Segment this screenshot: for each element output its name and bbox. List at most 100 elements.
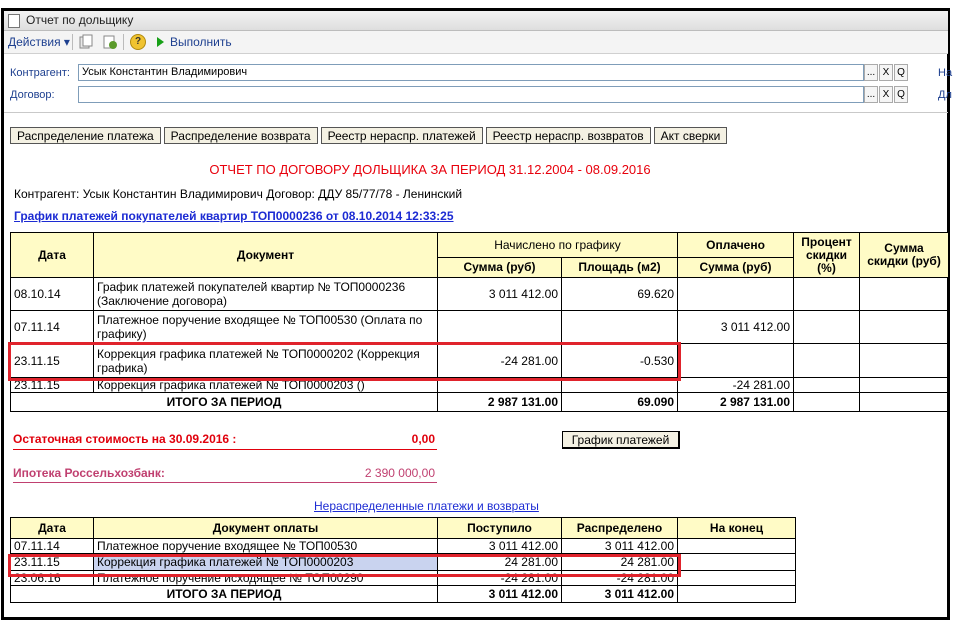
header-date: Дата <box>10 517 94 539</box>
highlight-box <box>8 554 681 577</box>
cell-area: 69.620 <box>560 277 679 311</box>
total-sum: 2 987 131.00 <box>437 392 562 412</box>
header-payment-document: Документ оплаты <box>93 517 438 539</box>
cell-discount-sum <box>859 310 950 344</box>
select-button[interactable]: ... <box>864 64 878 81</box>
contractor-row: Контрагент: Усык Константин Владимирович… <box>4 63 952 83</box>
header-paid-sum: Сумма (руб) <box>677 257 795 278</box>
cell-paid <box>677 343 795 378</box>
title-bar: Отчет по дольщику <box>4 11 948 31</box>
residual-underline <box>13 449 437 450</box>
right-label-2: Дл <box>938 89 952 101</box>
cell-discount-pct <box>793 377 861 393</box>
report-window: Отчет по дольщику Действия ▾ ? Выполнить… <box>0 0 959 624</box>
total-allocated: 3 011 412.00 <box>561 585 678 603</box>
contract-row: Договор: ... X Q Дл <box>4 85 952 105</box>
window-title: Отчет по дольщику <box>26 13 134 27</box>
actions-menu[interactable]: Действия ▾ <box>8 35 70 49</box>
tab-unallocated-payments[interactable]: Реестр нераспр. платежей <box>320 127 483 144</box>
tab-payment-distribution[interactable]: Распределение платежа <box>10 127 161 144</box>
settings-icon[interactable] <box>102 34 118 50</box>
toolbar: Действия ▾ ? Выполнить <box>4 31 948 54</box>
header-area: Площадь (м2) <box>560 257 679 278</box>
select-button[interactable]: ... <box>864 86 878 103</box>
search-icon[interactable]: Q <box>894 86 908 103</box>
cell-allocated: 3 011 412.00 <box>561 538 678 554</box>
total-area: 69.090 <box>560 392 679 412</box>
document-icon <box>8 14 20 28</box>
cell-paid: 3 011 412.00 <box>677 310 795 344</box>
run-icon[interactable] <box>157 37 164 47</box>
search-icon[interactable]: Q <box>894 64 908 81</box>
report-tabs: Распределение платежа Распределение возв… <box>10 127 730 144</box>
cell-sum <box>437 310 562 344</box>
header-sum: Сумма (руб) <box>437 257 562 278</box>
clear-icon[interactable]: X <box>879 64 893 81</box>
cell-date: 07.11.14 <box>10 538 94 554</box>
mortgage-underline <box>13 482 437 483</box>
table-row[interactable]: 08.10.14 График платежей покупателей ква… <box>10 277 950 311</box>
clear-icon[interactable]: X <box>879 86 893 103</box>
cell-paid: -24 281.00 <box>677 377 795 393</box>
tab-unallocated-returns[interactable]: Реестр нераспр. возвратов <box>485 127 651 144</box>
tab-return-distribution[interactable]: Распределение возврата <box>163 127 318 144</box>
cell-document: Платежное поручение входящее № ТОП00530 <box>93 538 438 554</box>
cell-end <box>677 538 796 554</box>
help-icon[interactable]: ? <box>130 34 146 50</box>
total-empty <box>677 585 796 603</box>
cell-sum: 3 011 412.00 <box>437 277 562 311</box>
header-date: Дата <box>10 232 94 278</box>
cell-received: 3 011 412.00 <box>437 538 562 554</box>
total-received: 3 011 412.00 <box>437 585 562 603</box>
cell-document: График платежей покупателей квартир № ТО… <box>93 277 438 311</box>
schedule-link[interactable]: График платежей покупателей квартир ТОП0… <box>14 209 454 223</box>
header-allocated: Распределено <box>561 517 678 539</box>
contract-label: Договор: <box>10 89 55 101</box>
residual-value: 0,00 <box>411 432 435 446</box>
header-received: Поступило <box>437 517 562 539</box>
contract-field[interactable] <box>78 86 864 103</box>
table-row[interactable]: 07.11.14 Платежное поручение входящее № … <box>10 310 950 344</box>
highlight-box <box>8 342 681 381</box>
contract-table: Дата Документ Начислено по графику Оплач… <box>10 232 950 412</box>
payment-schedule-button[interactable]: График платежей <box>562 431 680 449</box>
header-end: На конец <box>677 517 796 539</box>
right-label-1: На <box>938 67 953 79</box>
cell-area <box>560 310 679 344</box>
contractor-label: Контрагент: <box>10 67 70 79</box>
header-discount-sum: Сумма скидки (руб) <box>859 232 950 278</box>
header-accrued: Начислено по графику <box>436 232 679 258</box>
cell-discount-sum <box>859 277 950 311</box>
contractor-field[interactable]: Усык Константин Владимирович <box>78 64 864 81</box>
header-document: Документ <box>93 232 438 278</box>
tab-reconciliation[interactable]: Акт сверки <box>653 127 728 144</box>
total-label: ИТОГО ЗА ПЕРИОД <box>10 585 438 603</box>
mortgage-label: Ипотека Россельхозбанк: <box>13 466 165 480</box>
toolbar-separator <box>72 34 73 50</box>
total-row: ИТОГО ЗА ПЕРИОД 2 987 131.00 69.090 2 98… <box>10 392 950 412</box>
report-subtitle: Контрагент: Усык Константин Владимирович… <box>14 187 463 201</box>
cell-document: Платежное поручение входящее № ТОП00530 … <box>93 310 438 344</box>
report-title: ОТЧЕТ ПО ДОГОВОРУ ДОЛЬЩИКА ЗА ПЕРИОД 31.… <box>209 162 651 177</box>
header-discount-pct: Процент скидки (%) <box>793 232 861 278</box>
unallocated-link[interactable]: Нераспределенные платежи и возвраты <box>314 499 539 513</box>
header-paid: Оплачено <box>677 232 795 258</box>
cell-end <box>677 570 796 586</box>
run-button[interactable]: Выполнить <box>170 35 232 49</box>
cell-discount-pct <box>793 277 861 311</box>
cell-paid <box>677 277 795 311</box>
copy-icon[interactable] <box>78 34 94 50</box>
cell-date: 08.10.14 <box>10 277 94 311</box>
total-row: ИТОГО ЗА ПЕРИОД 3 011 412.00 3 011 412.0… <box>10 585 796 603</box>
table-row[interactable]: 07.11.14 Платежное поручение входящее № … <box>10 538 796 554</box>
cell-discount-pct <box>793 343 861 378</box>
total-label: ИТОГО ЗА ПЕРИОД <box>10 392 438 412</box>
cell-end <box>677 553 796 571</box>
total-empty <box>859 392 950 412</box>
residual-label: Остаточная стоимость на 30.09.2016 : <box>13 432 237 446</box>
total-empty <box>793 392 861 412</box>
cell-date: 07.11.14 <box>10 310 94 344</box>
total-paid: 2 987 131.00 <box>677 392 795 412</box>
mortgage-value: 2 390 000,00 <box>364 466 435 480</box>
cell-discount-pct <box>793 310 861 344</box>
